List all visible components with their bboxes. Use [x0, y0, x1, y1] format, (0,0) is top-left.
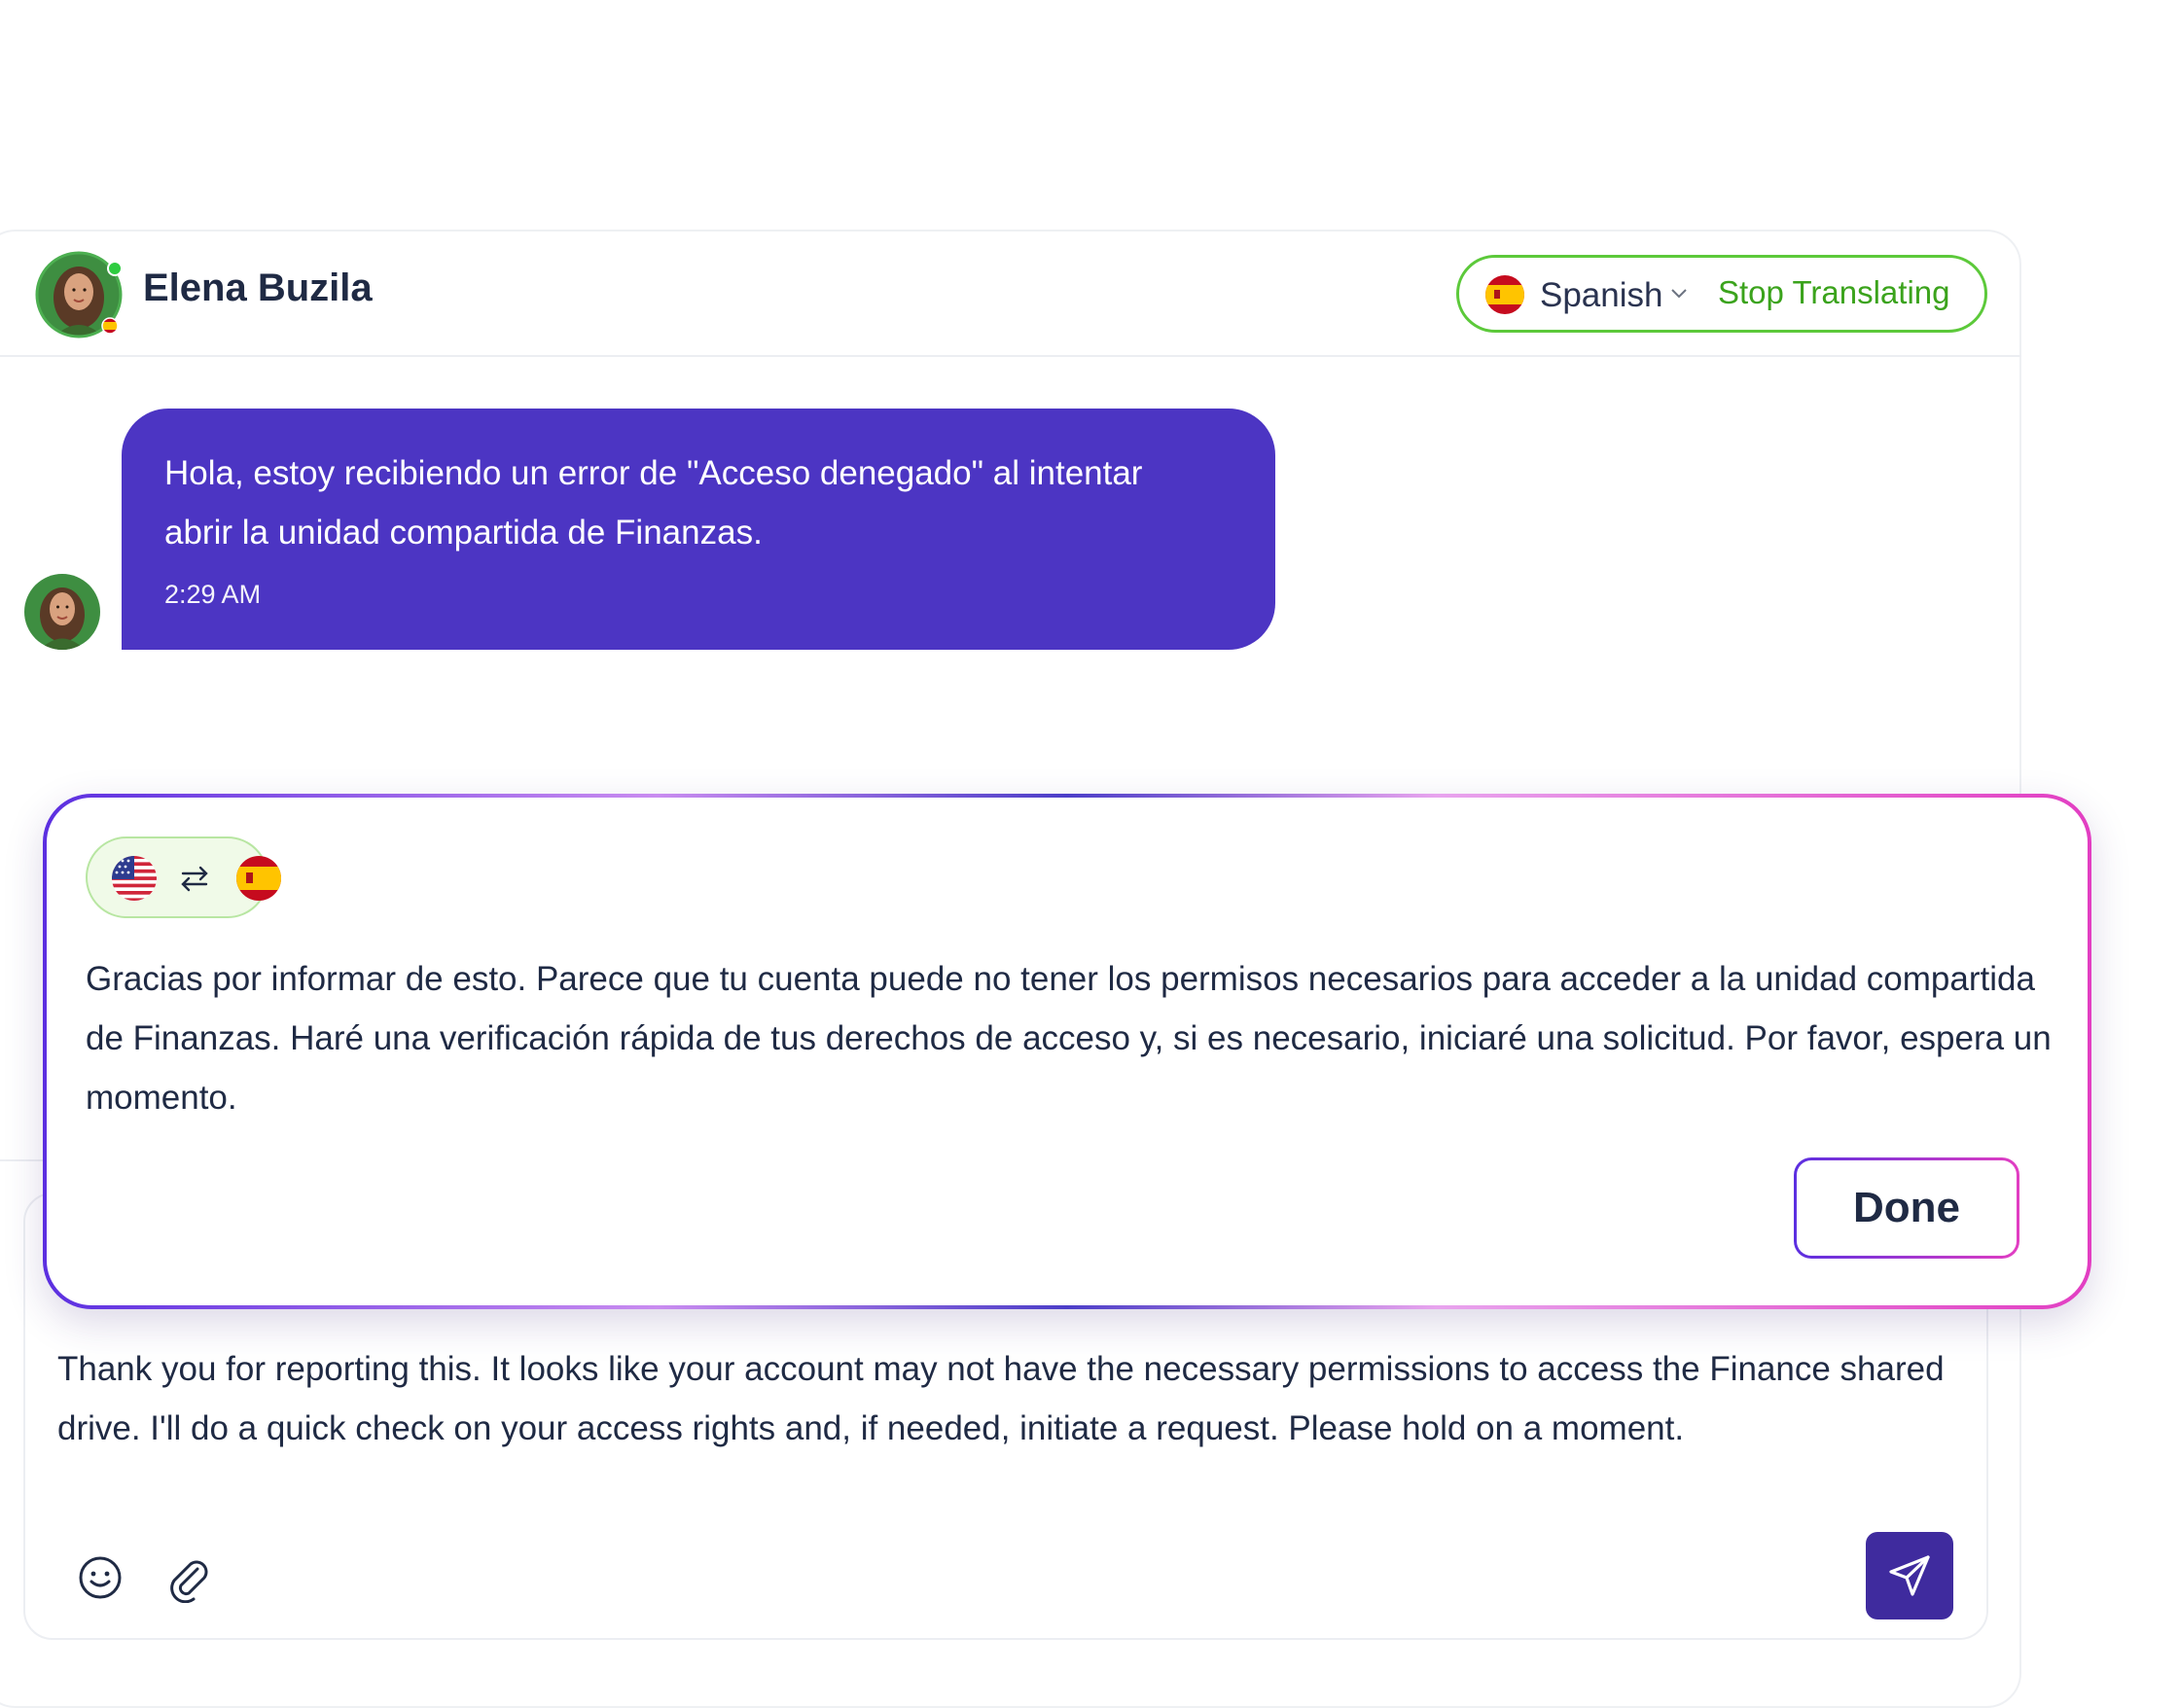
message-text: Hola, estoy recibiendo un error de "Acce…	[164, 454, 1143, 552]
send-button[interactable]	[1866, 1532, 1953, 1619]
emoji-icon[interactable]	[76, 1553, 125, 1602]
incoming-message-bubble: Hola, estoy recibiendo un error de "Acce…	[122, 409, 1275, 650]
spain-flag-icon	[1485, 275, 1524, 314]
es-flag-icon	[236, 856, 281, 901]
send-icon	[1889, 1555, 1930, 1596]
avatar-flag-icon	[101, 317, 119, 335]
composer-input[interactable]: Thank you for reporting this. It looks l…	[57, 1339, 1964, 1458]
translation-controls: Spanish Stop Translating	[1456, 255, 1987, 333]
message-avatar	[24, 574, 100, 650]
done-button[interactable]: Done	[1794, 1157, 2019, 1259]
translation-preview-card: Gracias por informar de esto. Parece que…	[43, 794, 2091, 1309]
translated-text: Gracias por informar de esto. Parece que…	[86, 960, 2052, 1117]
online-status-icon	[107, 261, 123, 276]
language-select[interactable]: Spanish	[1540, 276, 1662, 315]
message-timestamp: 2:29 AM	[164, 580, 262, 609]
us-flag-icon	[112, 856, 157, 901]
swap-arrows-icon[interactable]	[179, 863, 210, 894]
composer-divider	[0, 1159, 47, 1161]
chevron-down-icon[interactable]	[1667, 281, 1691, 304]
stop-translating-button[interactable]: Stop Translating	[1718, 274, 1949, 311]
contact-name: Elena Buzila	[143, 267, 373, 309]
paperclip-icon[interactable]	[162, 1552, 213, 1603]
done-button-label: Done	[1797, 1160, 2017, 1256]
header-divider	[0, 355, 2021, 357]
language-swap-pill[interactable]	[86, 836, 281, 918]
